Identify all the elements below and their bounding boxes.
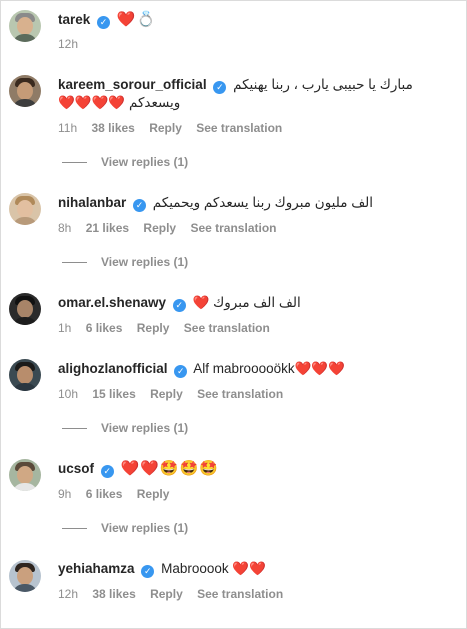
comment-username[interactable]: tarek	[58, 12, 90, 27]
verified-badge-icon: ✓	[141, 565, 155, 578]
comment-text-continued: ويسعدكم ❤️❤️❤️❤️	[58, 95, 181, 110]
verified-badge-icon: ✓	[100, 465, 114, 478]
comment-username[interactable]: omar.el.shenawy	[58, 295, 166, 310]
verified-badge-icon: ✓	[213, 81, 227, 94]
reply-button[interactable]: Reply	[137, 487, 170, 501]
replies-divider	[62, 162, 87, 164]
comment-username[interactable]: alighozlanofficial	[58, 361, 168, 376]
view-replies-label: View replies (1)	[101, 255, 189, 269]
see-translation-button[interactable]: See translation	[197, 387, 283, 401]
comment-time[interactable]: 12h	[58, 37, 78, 51]
comment-text: ❤️❤️🤩🤩🤩	[120, 460, 219, 477]
see-translation-button[interactable]: See translation	[196, 121, 282, 135]
view-replies-label: View replies (1)	[101, 155, 189, 169]
comment-username[interactable]: nihalanbar	[58, 195, 126, 210]
verified-badge-icon: ✓	[133, 199, 147, 212]
view-replies-label: View replies (1)	[101, 521, 189, 535]
comment-text: Alf mabrooooökk❤️❤️❤️	[193, 361, 346, 376]
reply-button[interactable]: Reply	[143, 221, 176, 235]
comment-username[interactable]: ucsof	[58, 461, 94, 476]
comment-text: الف مليون مبروك ربنا يسعدكم ويحميكم	[152, 195, 374, 210]
likes-count[interactable]: 6 likes	[86, 487, 123, 501]
likes-count[interactable]: 21 likes	[86, 221, 129, 235]
replies-divider	[62, 428, 87, 430]
comment-time[interactable]: 12h	[58, 587, 78, 601]
avatar[interactable]	[9, 560, 41, 592]
likes-count[interactable]: 15 likes	[92, 387, 135, 401]
see-translation-button[interactable]: See translation	[190, 221, 276, 235]
avatar[interactable]	[9, 459, 41, 491]
likes-count[interactable]: 6 likes	[86, 321, 123, 335]
avatar[interactable]	[9, 359, 41, 391]
comment-time[interactable]: 1h	[58, 321, 71, 335]
view-replies-button[interactable]: View replies (1)	[62, 521, 188, 535]
comment-time[interactable]: 9h	[58, 487, 71, 501]
comment-time[interactable]: 8h	[58, 221, 71, 235]
comment-time[interactable]: 11h	[58, 121, 77, 135]
comment-text: ❤️💍	[116, 11, 157, 28]
verified-badge-icon: ✓	[97, 16, 111, 29]
verified-badge-icon: ✓	[172, 299, 186, 312]
comment-username[interactable]: kareem_sorour_official	[58, 77, 207, 92]
see-translation-button[interactable]: See translation	[184, 321, 270, 335]
reply-button[interactable]: Reply	[149, 121, 182, 135]
comment-text: مبارك يا حبيبى يارب ، ربنا يهنيكم	[233, 77, 413, 92]
avatar[interactable]	[9, 293, 41, 325]
reply-button[interactable]: Reply	[137, 321, 170, 335]
likes-count[interactable]: 38 likes	[91, 121, 134, 135]
comment-time[interactable]: 10h	[58, 387, 78, 401]
see-translation-button[interactable]: See translation	[197, 587, 283, 601]
replies-divider	[62, 262, 87, 264]
avatar[interactable]	[9, 75, 41, 107]
view-replies-button[interactable]: View replies (1)	[62, 255, 188, 269]
verified-badge-icon: ✓	[174, 365, 188, 378]
avatar[interactable]	[9, 10, 41, 42]
view-replies-label: View replies (1)	[101, 421, 189, 435]
replies-divider	[62, 528, 87, 530]
reply-button[interactable]: Reply	[150, 387, 183, 401]
comment-text: Mabrooook ❤️❤️	[161, 561, 266, 576]
avatar[interactable]	[9, 193, 41, 225]
comment-username[interactable]: yehiahamza	[58, 561, 135, 576]
comment-text: الف الف مبروك ❤️	[192, 295, 301, 310]
view-replies-button[interactable]: View replies (1)	[62, 155, 188, 169]
likes-count[interactable]: 38 likes	[92, 587, 135, 601]
view-replies-button[interactable]: View replies (1)	[62, 421, 188, 435]
reply-button[interactable]: Reply	[150, 587, 183, 601]
